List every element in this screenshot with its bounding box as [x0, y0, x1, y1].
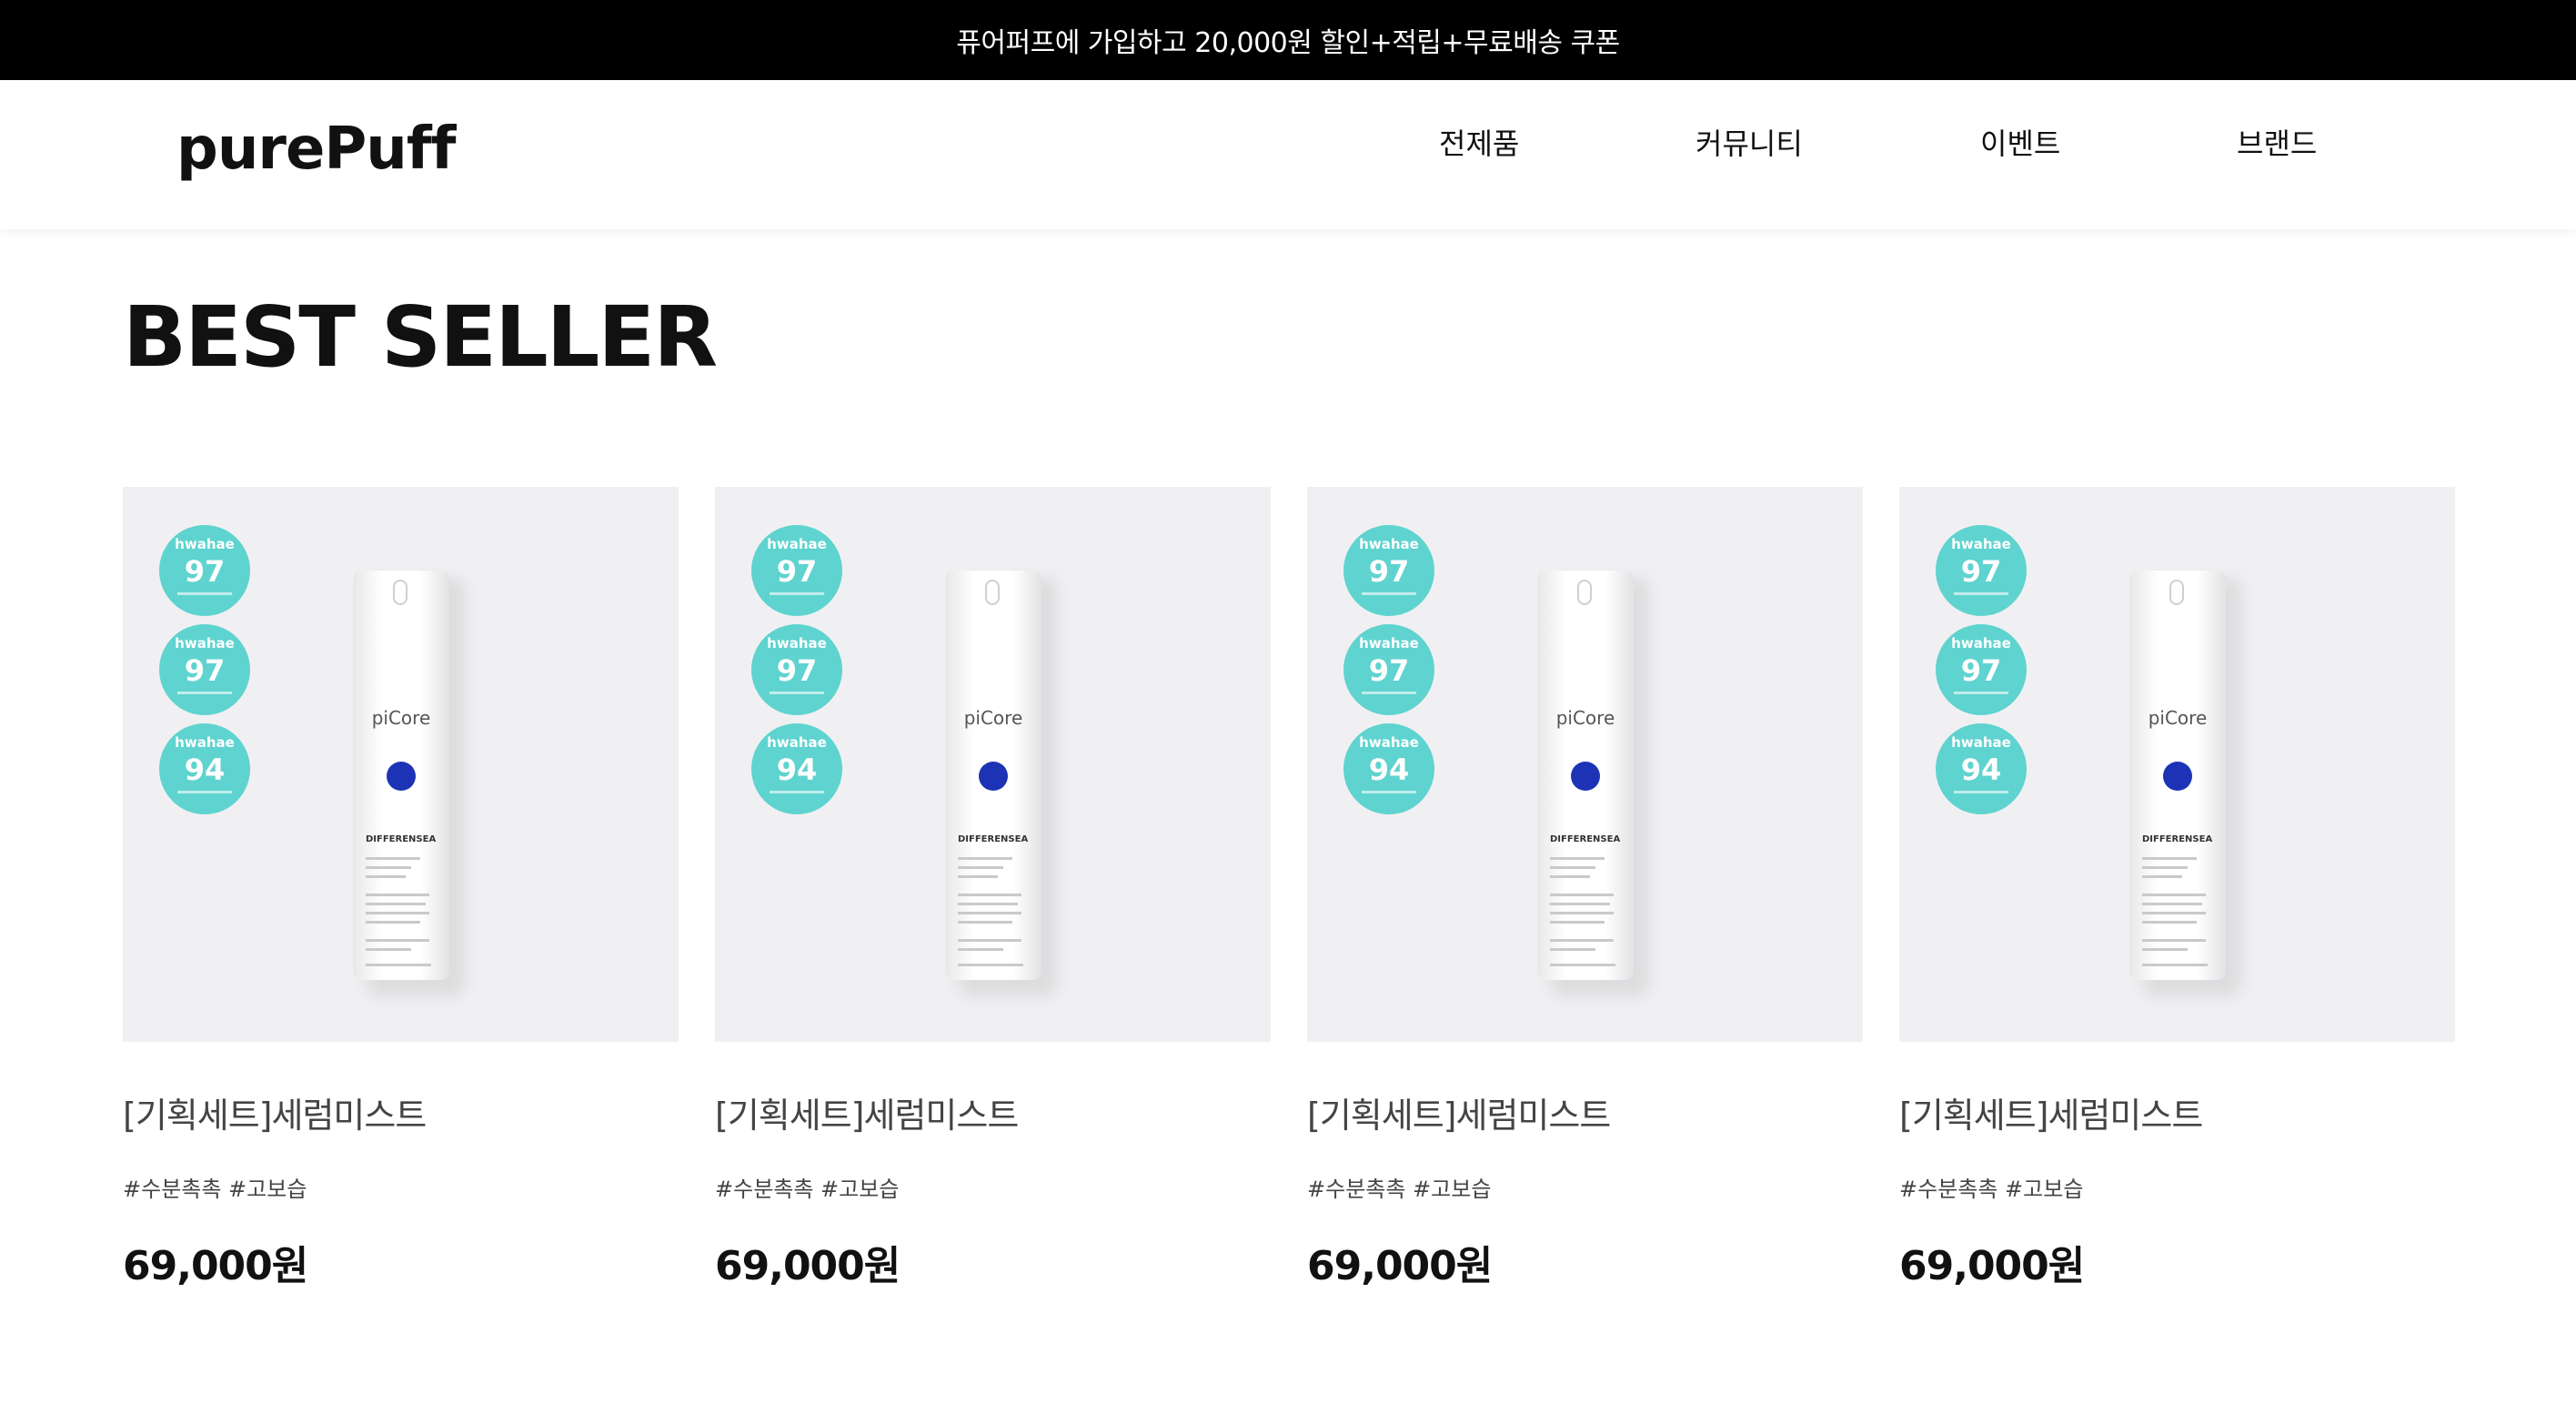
rating-badge: hwahae 97 — [751, 525, 842, 616]
promo-banner[interactable]: 퓨어퍼프에 가입하고 20,000원 할인+적립+무료배송 쿠폰 — [0, 0, 2576, 80]
site-logo[interactable]: purePuff — [176, 120, 456, 178]
product-image[interactable]: hwahae 97 hwahae 97 hwahae 94 piCore DIF… — [123, 487, 679, 1042]
nav-item-all-products[interactable]: 전제품 — [1439, 129, 1519, 158]
bottle-dot — [1571, 762, 1600, 791]
product-card[interactable]: hwahae 97 hwahae 97 hwahae 94 piCore DIF… — [123, 487, 679, 1287]
product-price: 69,000원 — [1899, 1243, 2085, 1289]
nav-item-brand[interactable]: 브랜드 — [2237, 129, 2317, 158]
product-card[interactable]: hwahae 97 hwahae 97 hwahae 94 piCore DIF… — [1899, 487, 2455, 1287]
product-bottle: piCore DIFFERENSEA — [1537, 571, 1634, 980]
product-price: 69,000원 — [1307, 1243, 1493, 1289]
product-name[interactable]: [기획세트]세럼미스트 — [123, 1098, 427, 1133]
bottle-brand-text: piCore — [2148, 707, 2208, 729]
rating-badge: hwahae 97 — [159, 624, 250, 715]
product-name[interactable]: [기획세트]세럼미스트 — [715, 1098, 1019, 1133]
nav-item-event[interactable]: 이벤트 — [1980, 129, 2060, 158]
product-price: 69,000원 — [123, 1243, 308, 1289]
nav-item-community[interactable]: 커뮤니티 — [1696, 129, 1803, 158]
bottle-label-text: DIFFERENSEA — [1550, 834, 1621, 844]
bottle-label-text: DIFFERENSEA — [366, 834, 437, 844]
product-name[interactable]: [기획세트]세럼미스트 — [1307, 1098, 1611, 1133]
rating-badge: hwahae 94 — [159, 723, 250, 814]
rating-badge: hwahae 97 — [1343, 624, 1434, 715]
product-bottle: piCore DIFFERENSEA — [353, 571, 449, 980]
promo-text: 퓨어퍼프에 가입하고 20,000원 할인+적립+무료배송 쿠폰 — [956, 27, 1620, 59]
bottle-dot — [2163, 762, 2192, 791]
product-bottle: piCore DIFFERENSEA — [2129, 571, 2226, 980]
product-name[interactable]: [기획세트]세럼미스트 — [1899, 1098, 2203, 1133]
rating-badge: hwahae 94 — [1343, 723, 1434, 814]
product-image[interactable]: hwahae 97 hwahae 97 hwahae 94 piCore DIF… — [1899, 487, 2455, 1042]
product-card[interactable]: hwahae 97 hwahae 97 hwahae 94 piCore DIF… — [1307, 487, 1863, 1287]
product-price: 69,000원 — [715, 1243, 901, 1289]
product-image[interactable]: hwahae 97 hwahae 97 hwahae 94 piCore DIF… — [715, 487, 1271, 1042]
product-image[interactable]: hwahae 97 hwahae 97 hwahae 94 piCore DIF… — [1307, 487, 1863, 1042]
bottle-dot — [387, 762, 416, 791]
rating-badge: hwahae 97 — [751, 624, 842, 715]
rating-badge: hwahae 97 — [1343, 525, 1434, 616]
product-tags: #수분촉촉 #고보습 — [715, 1177, 900, 1202]
bottle-label-text: DIFFERENSEA — [958, 834, 1029, 844]
rating-badge: hwahae 94 — [1936, 723, 2027, 814]
bottle-brand-text: piCore — [371, 707, 431, 729]
product-tags: #수분촉촉 #고보습 — [1899, 1177, 2084, 1202]
rating-badge: hwahae 97 — [1936, 624, 2027, 715]
rating-badge: hwahae 97 — [159, 525, 250, 616]
product-tags: #수분촉촉 #고보습 — [1307, 1177, 1492, 1202]
rating-badge: hwahae 94 — [751, 723, 842, 814]
bottle-dot — [979, 762, 1008, 791]
rating-badge: hwahae 97 — [1936, 525, 2027, 616]
product-bottle: piCore DIFFERENSEA — [945, 571, 1041, 980]
bottle-brand-text: piCore — [963, 707, 1023, 729]
bottle-brand-text: piCore — [1555, 707, 1615, 729]
site-header: purePuff 전제품 커뮤니티 이벤트 브랜드 — [0, 80, 2576, 229]
product-card[interactable]: hwahae 97 hwahae 97 hwahae 94 piCore DIF… — [715, 487, 1271, 1287]
bottle-label-text: DIFFERENSEA — [2142, 834, 2213, 844]
product-tags: #수분촉촉 #고보습 — [123, 1177, 307, 1202]
page-title: BEST SELLER — [123, 288, 718, 386]
